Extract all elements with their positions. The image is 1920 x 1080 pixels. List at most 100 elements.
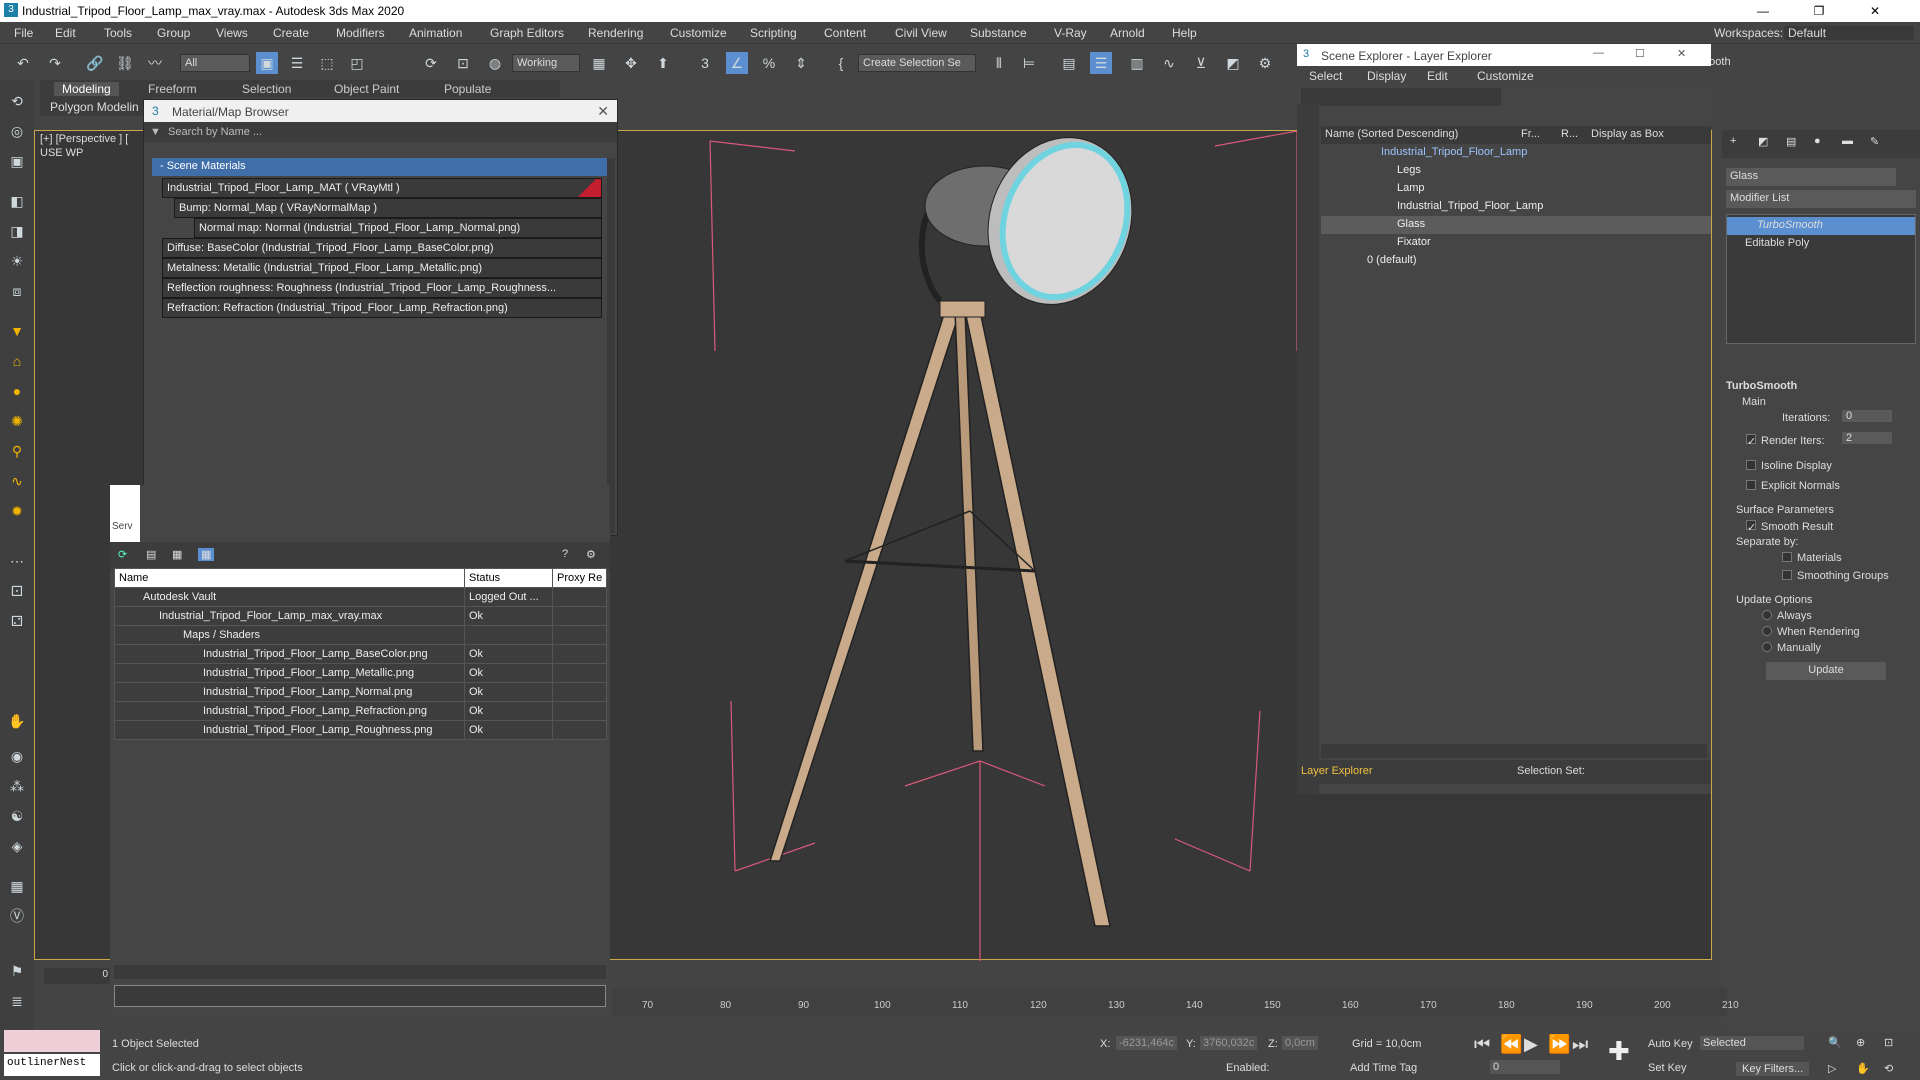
- ball-icon[interactable]: ◉: [6, 745, 28, 767]
- mirror-icon[interactable]: ⫴: [988, 52, 1010, 74]
- set-key-button[interactable]: Set Key: [1648, 1062, 1687, 1074]
- help-icon[interactable]: ?: [562, 548, 568, 560]
- timeline[interactable]: 70 80 90 100 110 120 130 140 150 160 170…: [612, 988, 1739, 1016]
- close-icon[interactable]: ✕: [1677, 47, 1686, 60]
- toggle-scene-explorer-icon[interactable]: ▤: [1058, 52, 1080, 74]
- col-proxy[interactable]: Proxy Re: [551, 568, 608, 588]
- sun-icon[interactable]: ✹: [6, 500, 28, 522]
- menu-arnold[interactable]: Arnold: [1110, 26, 1145, 40]
- render-iters-spinner[interactable]: 2: [1842, 432, 1892, 444]
- undo-icon[interactable]: ↶: [12, 52, 34, 74]
- orbit-icon[interactable]: ⟲: [1884, 1062, 1893, 1075]
- terrain-icon[interactable]: ⌂: [6, 350, 28, 372]
- frame2-icon[interactable]: ⚁: [6, 610, 28, 632]
- col-status[interactable]: Status: [464, 568, 553, 588]
- asset-path-field[interactable]: [114, 985, 606, 1007]
- polygon-modeling-label[interactable]: Polygon Modelin: [50, 100, 139, 114]
- helper-icon[interactable]: ⧈: [6, 280, 28, 302]
- snap-icon[interactable]: ◧: [6, 190, 28, 212]
- when-rendering-radio[interactable]: When Rendering: [1762, 626, 1920, 638]
- menu-edit[interactable]: Edit: [55, 26, 76, 40]
- selection-filter-dropdown[interactable]: All: [180, 54, 250, 72]
- table-row[interactable]: Industrial_Tripod_Floor_Lamp_Metallic.pn…: [114, 663, 608, 683]
- z-coord-field[interactable]: 0,0cm: [1282, 1036, 1318, 1050]
- frame-icon[interactable]: ⚀: [6, 580, 28, 602]
- particles-icon[interactable]: ⁂: [6, 775, 28, 797]
- play-icon[interactable]: ▶: [1524, 1034, 1538, 1055]
- wave-icon[interactable]: ∿: [6, 470, 28, 492]
- bind-space-warp-icon[interactable]: 〰: [144, 52, 166, 74]
- tab-selection[interactable]: Selection: [242, 82, 291, 96]
- material-editor-icon[interactable]: ◩: [1222, 52, 1244, 74]
- menu-edit[interactable]: Edit: [1427, 69, 1448, 83]
- col-name[interactable]: Name (Sorted Descending): [1325, 128, 1458, 140]
- manually-radio[interactable]: Manually: [1762, 642, 1920, 654]
- menu-content[interactable]: Content: [824, 26, 866, 40]
- menu-select[interactable]: Select: [1309, 69, 1342, 83]
- object-row[interactable]: Fixator: [1321, 234, 1711, 252]
- menu-rendering[interactable]: Rendering: [588, 26, 643, 40]
- pan-icon[interactable]: ✋: [1856, 1062, 1870, 1075]
- object-row-selected[interactable]: Glass: [1321, 216, 1711, 234]
- smooth-result-checkbox[interactable]: ✓ Smooth Result: [1746, 520, 1920, 534]
- shape-icon[interactable]: ◨: [6, 220, 28, 242]
- zoom-icon[interactable]: 🔍: [1828, 1036, 1842, 1049]
- table-icon[interactable]: ▦: [6, 875, 28, 897]
- material-row-roughness[interactable]: Reflection roughness: Roughness (Industr…: [162, 278, 602, 298]
- table-row[interactable]: Industrial_Tripod_Floor_Lamp_Normal.png O…: [114, 682, 608, 702]
- scene-search-input[interactable]: [1301, 88, 1501, 106]
- go-end-icon[interactable]: ⏭: [1572, 1034, 1588, 1055]
- select-object-icon[interactable]: ▣: [256, 52, 278, 74]
- spinner-snap-icon[interactable]: ⇕: [790, 52, 812, 74]
- materials-checkbox[interactable]: Materials: [1782, 552, 1920, 564]
- paint-icon[interactable]: ▼: [6, 320, 28, 342]
- update-button[interactable]: Update: [1766, 662, 1886, 680]
- time-slider[interactable]: 0: [44, 968, 110, 984]
- scene-hscrollbar[interactable]: [1321, 744, 1707, 758]
- menu-modifiers[interactable]: Modifiers: [336, 26, 385, 40]
- schematic-icon[interactable]: ⊻: [1190, 52, 1212, 74]
- table-row[interactable]: Maps / Shaders: [114, 625, 608, 645]
- mmb-search-input[interactable]: Search by Name ...: [168, 126, 262, 138]
- vfx-icon[interactable]: ◈: [6, 835, 28, 857]
- sphere-icon[interactable]: ●: [6, 380, 28, 402]
- explicit-normals-checkbox[interactable]: Explicit Normals: [1746, 480, 1920, 492]
- modify-tab-icon[interactable]: ◩: [1758, 135, 1768, 148]
- chevron-down-icon[interactable]: ▼: [150, 126, 161, 138]
- table-row[interactable]: Industrial_Tripod_Floor_Lamp_max_vray.ma…: [114, 606, 608, 626]
- isoline-checkbox[interactable]: Isoline Display: [1746, 460, 1920, 472]
- move-icon[interactable]: ✥: [620, 52, 642, 74]
- menu-animation[interactable]: Animation: [409, 26, 462, 40]
- menu-file[interactable]: File: [14, 26, 33, 40]
- hand-icon[interactable]: ✋: [6, 710, 28, 732]
- motion-tab-icon[interactable]: ●: [1814, 135, 1821, 147]
- maximize-icon[interactable]: ☐: [1635, 47, 1645, 60]
- toggle-layer-explorer-icon[interactable]: ☰: [1090, 52, 1112, 74]
- modifier-list-dropdown[interactable]: Modifier List: [1726, 190, 1916, 208]
- mmb-close-icon[interactable]: ✕: [597, 103, 609, 120]
- mmb-scrollbar[interactable]: [607, 158, 615, 533]
- unlink-icon[interactable]: ⛓: [114, 52, 136, 74]
- scale-icon[interactable]: ⊡: [452, 52, 474, 74]
- menu-views[interactable]: Views: [216, 26, 248, 40]
- tab-object-paint[interactable]: Object Paint: [334, 82, 399, 96]
- asset-tab[interactable]: Serv: [110, 485, 140, 542]
- menu-display[interactable]: Display: [1367, 69, 1406, 83]
- percent-snap-icon[interactable]: %: [758, 52, 780, 74]
- object-name-input[interactable]: Glass: [1726, 168, 1896, 186]
- object-row[interactable]: Industrial_Tripod_Floor_Lamp: [1321, 198, 1711, 216]
- close-button[interactable]: ✕: [1852, 0, 1898, 22]
- menu-customize[interactable]: Customize: [670, 26, 727, 40]
- col-display-as-box[interactable]: Display as Box: [1591, 128, 1664, 140]
- tab-populate[interactable]: Populate: [444, 82, 491, 96]
- menu-create[interactable]: Create: [273, 26, 309, 40]
- render-setup-icon[interactable]: ⚙: [1254, 52, 1276, 74]
- y-coord-field[interactable]: 3760,032c: [1200, 1036, 1258, 1050]
- create-tab-icon[interactable]: +: [1730, 135, 1736, 147]
- named-selection-dropdown[interactable]: Create Selection Se: [858, 54, 976, 72]
- stack-item-turbosmooth[interactable]: TurboSmooth: [1727, 217, 1915, 235]
- fov-icon[interactable]: ▷: [1828, 1062, 1836, 1075]
- table-view-icon[interactable]: ▦: [198, 548, 215, 561]
- snap-3d-icon[interactable]: 3: [694, 52, 716, 74]
- layer-explorer-dropdown[interactable]: Layer Explorer: [1301, 765, 1373, 777]
